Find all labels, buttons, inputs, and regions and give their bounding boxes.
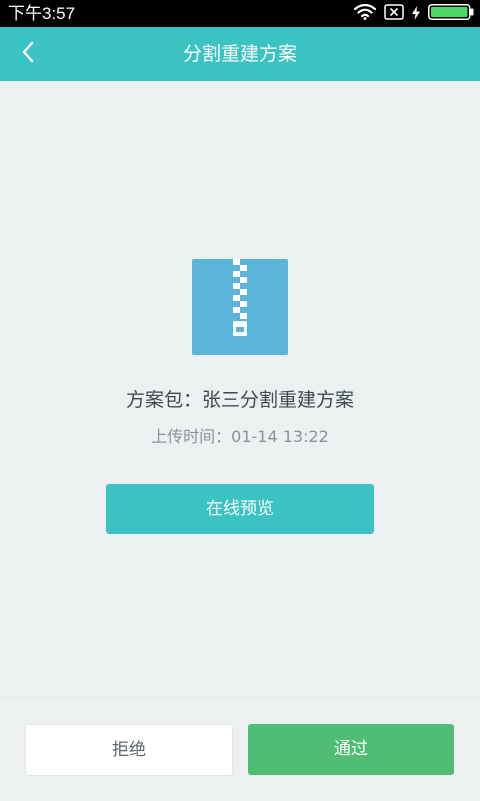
wifi-icon [353,3,377,24]
zip-file-icon [192,259,288,355]
upload-time: 上传时间：01-14 13:22 [151,427,329,446]
approve-button[interactable]: 通过 [248,724,454,775]
charging-icon [412,5,420,24]
status-icons [353,3,474,24]
bottom-action-bar: 拒绝 通过 [0,697,480,801]
reject-button[interactable]: 拒绝 [25,724,233,776]
package-name: 方案包：张三分割重建方案 [125,389,354,411]
status-bar: 下午3:57 [0,0,480,27]
status-time: 下午3:57 [8,4,76,23]
online-preview-button[interactable]: 在线预览 [106,484,374,534]
no-sim-icon [384,4,404,24]
app-bar: 分割重建方案 [0,27,480,81]
page-title: 分割重建方案 [182,43,297,65]
battery-icon [428,4,474,24]
